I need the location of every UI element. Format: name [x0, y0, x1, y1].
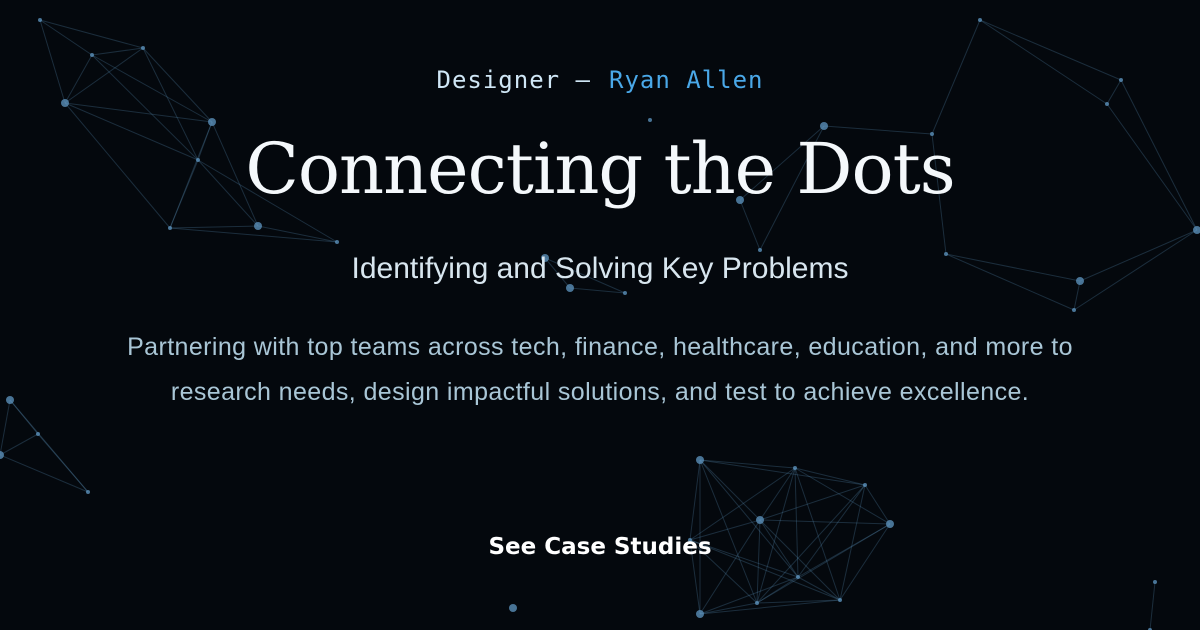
network-line	[39, 19, 144, 49]
network-node	[90, 53, 94, 57]
network-node	[1105, 102, 1109, 106]
network-line	[9, 399, 89, 493]
network-node	[755, 601, 759, 605]
network-line	[794, 467, 866, 486]
network-node	[1193, 226, 1200, 234]
designer-name: Ryan Allen	[609, 66, 764, 94]
network-node	[168, 226, 172, 230]
network-line	[759, 467, 796, 521]
network-line	[569, 287, 626, 294]
network-node	[509, 604, 517, 612]
network-line	[839, 523, 891, 601]
network-node	[1153, 580, 1157, 584]
network-line	[699, 459, 866, 486]
network-node	[254, 222, 262, 230]
network-line	[864, 484, 891, 525]
network-line	[756, 519, 761, 604]
see-case-studies-button[interactable]: See Case Studies	[450, 530, 750, 564]
network-node	[838, 598, 842, 602]
network-node	[696, 610, 704, 618]
network-line	[169, 227, 338, 243]
network-node	[863, 483, 867, 487]
hero-description: Partnering with top teams across tech, f…	[127, 333, 1073, 406]
network-node	[0, 451, 4, 459]
network-node	[38, 18, 42, 22]
network-line	[699, 602, 758, 615]
network-node	[86, 490, 90, 494]
page-subtitle: Identifying and Solving Key Problems	[351, 252, 849, 285]
role-line: Designer — Ryan Allen	[0, 66, 1200, 94]
network-line	[39, 19, 93, 56]
network-node	[696, 456, 704, 464]
network-node	[648, 118, 652, 122]
network-node	[756, 516, 764, 524]
network-node	[1072, 308, 1076, 312]
network-line	[699, 459, 761, 521]
network-line	[689, 459, 701, 541]
network-line	[0, 399, 11, 456]
network-line	[794, 467, 841, 601]
role-label: Designer —	[436, 66, 591, 94]
network-node	[978, 18, 982, 22]
network-node	[6, 396, 14, 404]
network-node	[623, 291, 627, 295]
network-node	[796, 575, 800, 579]
network-node	[141, 46, 145, 50]
page-title: Connecting the Dots	[245, 128, 955, 210]
network-line	[1149, 581, 1156, 630]
network-node	[36, 432, 40, 436]
network-node	[793, 466, 797, 470]
network-node	[335, 240, 339, 244]
network-line	[759, 519, 799, 578]
network-node	[208, 118, 216, 126]
network-line	[169, 225, 259, 229]
network-line	[0, 433, 39, 456]
network-node	[61, 99, 69, 107]
network-node	[886, 520, 894, 528]
network-line	[257, 225, 338, 243]
network-line	[0, 454, 89, 493]
